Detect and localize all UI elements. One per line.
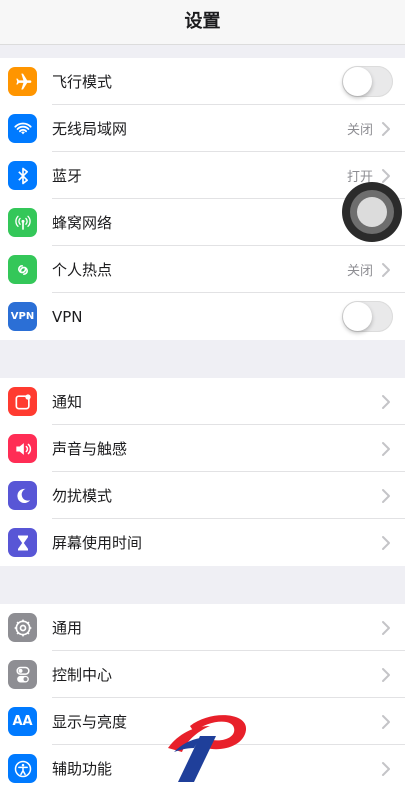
chevron-right-icon [382, 121, 390, 136]
chevron-right-icon [382, 620, 390, 635]
settings-row-label: 飞行模式 [52, 73, 113, 91]
chevron-right-icon [382, 667, 390, 682]
chevron-right-icon [382, 714, 390, 729]
settings-row-label: 屏幕使用时间 [52, 534, 143, 552]
speaker-icon [8, 434, 37, 463]
chevron-right-icon [382, 441, 390, 456]
settings-row-label: 个人热点 [52, 261, 113, 279]
chevron-right-icon [382, 262, 390, 277]
gear-icon [8, 613, 37, 642]
airplane-icon [8, 67, 37, 96]
toggle-knob [343, 302, 372, 331]
settings-row[interactable]: 通知 [0, 378, 405, 425]
settings-row-value: 关闭 [346, 264, 373, 279]
assistive-touch-dot [357, 197, 387, 227]
settings-row-label: 控制中心 [52, 666, 113, 684]
section-gap [0, 340, 405, 378]
switches-icon [8, 660, 37, 689]
wifi-icon [8, 114, 37, 143]
settings-row-label: 蜂窝网络 [52, 214, 113, 232]
bluetooth-icon [8, 161, 37, 190]
settings-row[interactable]: 控制中心 [0, 651, 405, 698]
watermark-logo-icon [168, 715, 247, 782]
settings-row[interactable]: 飞行模式 [0, 58, 405, 105]
chevron-right-icon [382, 168, 390, 183]
chevron-right-icon [382, 488, 390, 503]
settings-row-label: VPN [52, 307, 83, 326]
settings-group: 通知声音与触感勿扰模式屏幕使用时间 [0, 378, 405, 566]
settings-row-label: 通用 [52, 619, 83, 637]
icon-text: AA [12, 714, 33, 729]
icon-text: VPN [10, 311, 35, 322]
settings-row[interactable]: 屏幕使用时间 [0, 519, 405, 566]
nav-bar: 设置 [0, 0, 405, 45]
section-gap [0, 566, 405, 604]
settings-row[interactable]: 通用 [0, 604, 405, 651]
notifications-icon [8, 387, 37, 416]
settings-row[interactable]: 无线局域网 关闭 [0, 105, 405, 152]
settings-row-label: 通知 [52, 393, 83, 411]
vpn-icon: VPN [8, 302, 37, 331]
settings-row-label: 蓝牙 [52, 167, 83, 185]
settings-row-value: 关闭 [346, 123, 373, 138]
toggle-knob [343, 67, 372, 96]
settings-row[interactable]: 个人热点 关闭 [0, 246, 405, 293]
settings-row[interactable]: 蓝牙 打开 [0, 152, 405, 199]
hotspot-icon [8, 255, 37, 284]
antenna-icon [8, 208, 37, 237]
chevron-right-icon [382, 535, 390, 550]
assistive-touch-ring [350, 190, 394, 234]
settings-row[interactable]: 声音与触感 [0, 425, 405, 472]
moon-icon [8, 481, 37, 510]
assistive-touch-button[interactable] [342, 182, 402, 242]
section-gap [0, 45, 405, 58]
chevron-right-icon [382, 761, 390, 776]
toggle-switch[interactable] [342, 301, 393, 332]
hourglass-icon [8, 528, 37, 557]
settings-row-label: 勿扰模式 [52, 487, 113, 505]
page-title: 设置 [184, 11, 221, 32]
settings-row-label: 声音与触感 [52, 440, 128, 458]
chevron-right-icon [382, 394, 390, 409]
settings-row[interactable]: VPN VPN [0, 293, 405, 340]
toggle-switch[interactable] [342, 66, 393, 97]
accessibility-icon [8, 754, 37, 783]
settings-list: 飞行模式 无线局域网 关闭 蓝牙 打开 蜂窝网络 个人热点 关闭 VPN VPN 通知 声音与触感 勿扰… [0, 45, 405, 792]
text-size-icon: AA [8, 707, 37, 736]
settings-row-label: 无线局域网 [52, 120, 128, 138]
settings-row[interactable]: 勿扰模式 [0, 472, 405, 519]
